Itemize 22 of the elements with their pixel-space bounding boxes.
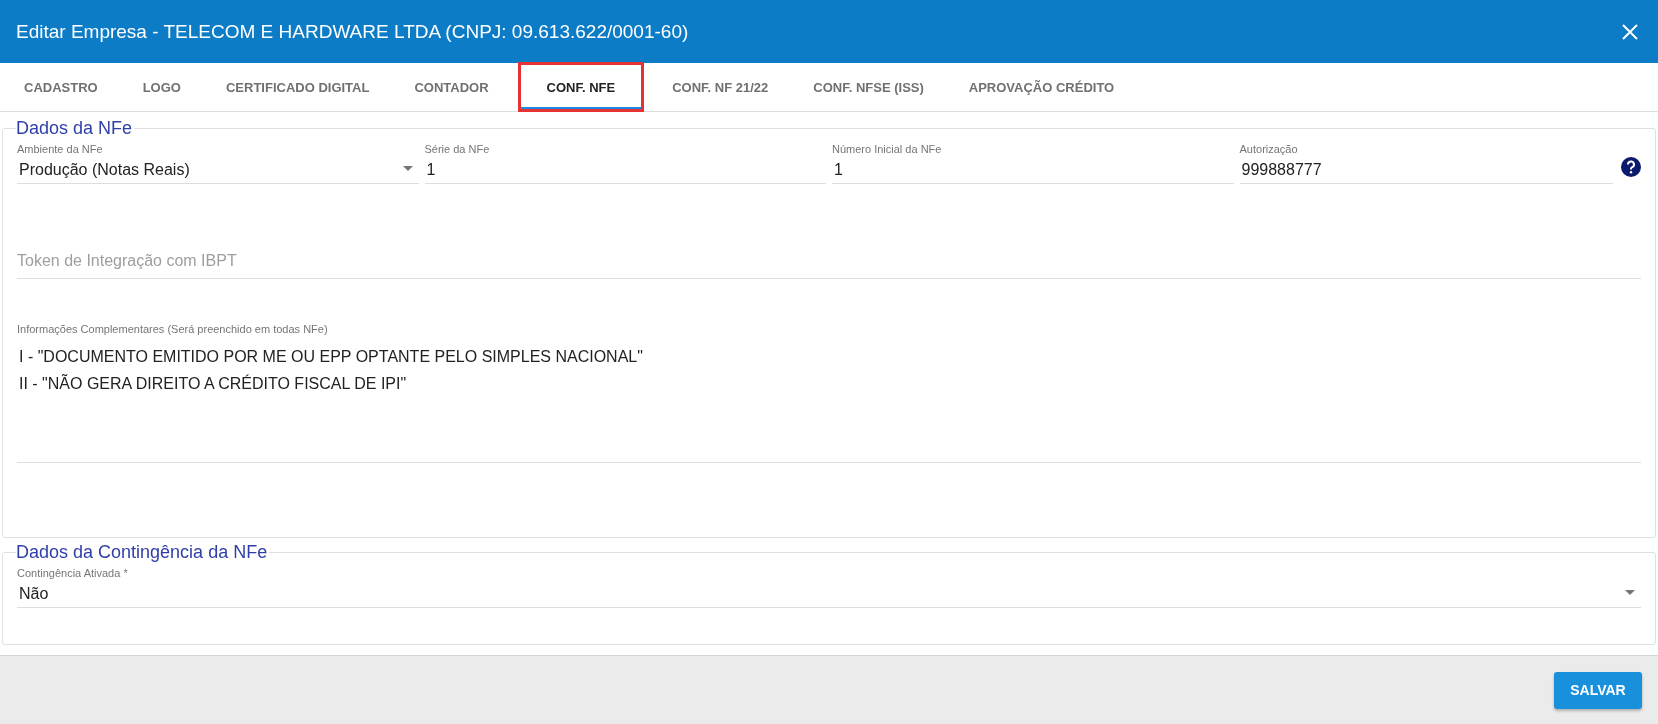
tab[interactable]: LOGO bbox=[120, 63, 203, 111]
tab[interactable]: APROVAÇÃO CRÉDITO bbox=[946, 63, 1137, 111]
save-button[interactable]: SALVAR bbox=[1554, 671, 1642, 709]
tab[interactable]: CERTIFICADO DIGITAL bbox=[203, 63, 392, 111]
input-field[interactable]: Autorização 999888777 bbox=[1239, 143, 1613, 184]
tab[interactable]: CONF. NF 21/22 bbox=[650, 63, 791, 111]
section-title: Dados da Contingência da NFe bbox=[16, 542, 269, 563]
input-field[interactable]: Ambiente da NFe Produção (Notas Reais) bbox=[17, 143, 419, 184]
section-title: Dados da NFe bbox=[16, 118, 134, 139]
input-field[interactable]: Série da NFe 1 bbox=[424, 143, 826, 184]
tab[interactable]: CONF. NFE bbox=[517, 62, 645, 112]
caret-icon bbox=[1625, 590, 1635, 595]
help-icon[interactable] bbox=[1621, 156, 1641, 177]
caret-icon bbox=[402, 166, 413, 171]
select-field[interactable]: Contingência Ativada * Não bbox=[17, 567, 1641, 608]
window-title: Editar Empresa - TELECOM E HARDWARE LTDA (CNPJ: 09.613.622/0001-60) bbox=[16, 20, 689, 43]
tab[interactable]: CONTADOR bbox=[392, 63, 511, 111]
tab[interactable]: CONF. NFSE (ISS) bbox=[791, 63, 946, 111]
text-area[interactable]: Informações Complementares (Será preenchido em todas NFe) I - "DOCUMENTO EMITIDO POR ME OU EPP OPTANTE PELO SIMPLES NACIONAL" II - "NÃO GERA DIREITO A CRÉDITO FISCAL DE IPI" bbox=[17, 323, 1641, 463]
close-icon[interactable] bbox=[1622, 23, 1638, 40]
tab[interactable]: CADASTRO bbox=[2, 63, 120, 111]
input-field[interactable]: Número Inicial da NFe 1 bbox=[832, 143, 1234, 184]
